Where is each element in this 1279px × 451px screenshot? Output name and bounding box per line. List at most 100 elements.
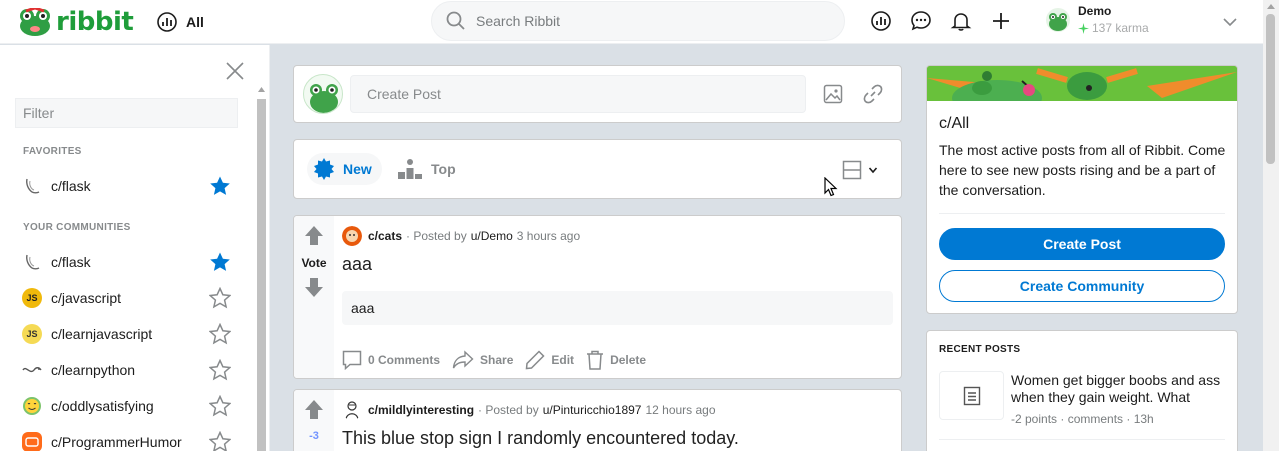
- post-community-link[interactable]: c/cats: [368, 229, 402, 243]
- sidebar-item-programmerhumor[interactable]: c/ProgrammerHumor: [22, 430, 242, 451]
- view-selector[interactable]: [842, 160, 878, 180]
- recent-post-meta: -2 points · comments · 13h: [1011, 412, 1154, 426]
- star-outline-icon[interactable]: [209, 395, 231, 417]
- star-outline-icon[interactable]: [209, 359, 231, 381]
- posted-by-label: · Posted by: [406, 229, 467, 243]
- sidebar-item-learnjavascript[interactable]: JS c/learnjavascript: [22, 322, 242, 346]
- karma-text: 137 karma: [1092, 21, 1149, 35]
- upvote-arrow-icon[interactable]: [304, 225, 324, 247]
- scrollbar-thumb[interactable]: [1266, 14, 1275, 164]
- community-name: c/learnpython: [51, 362, 136, 378]
- star-outline-icon[interactable]: [209, 323, 231, 345]
- post-meta: c/cats · Posted by u/Demo 3 hours ago: [342, 226, 580, 246]
- create-post-input[interactable]: [350, 75, 806, 113]
- star-outline-icon[interactable]: [209, 287, 231, 309]
- sidebar-scrollbar[interactable]: [257, 85, 266, 451]
- filter-input[interactable]: [15, 98, 238, 128]
- recent-post-thumbnail[interactable]: [939, 371, 1004, 420]
- share-button[interactable]: Share: [452, 350, 513, 370]
- community-name: c/flask: [51, 178, 91, 194]
- create-community-button[interactable]: Create Community: [939, 270, 1225, 302]
- avatar[interactable]: [303, 74, 343, 114]
- avatar: [1046, 8, 1070, 32]
- post-card[interactable]: Vote c/cats · Posted by u/Demo 3 hours a…: [293, 215, 902, 379]
- favorites-label: FAVORITES: [23, 146, 82, 157]
- share-icon: [452, 350, 474, 369]
- podium-icon: [398, 159, 422, 179]
- community-name: c/ProgrammerHumor: [51, 434, 182, 450]
- popular-chart-icon[interactable]: [870, 10, 892, 32]
- create-post-card: [293, 65, 902, 123]
- feed-label: All: [186, 14, 204, 30]
- chat-icon[interactable]: [910, 10, 932, 32]
- post-title[interactable]: This blue stop sign I randomly encounter…: [342, 428, 739, 449]
- star-filled-icon[interactable]: [209, 175, 231, 197]
- flask-icon: [22, 176, 42, 196]
- recent-posts-card: RECENT POSTS Women get bigger boobs and …: [926, 330, 1238, 451]
- post-actions: 0 Comments Share Edit Delete: [342, 350, 658, 370]
- close-icon[interactable]: [225, 61, 245, 81]
- python-icon: [22, 360, 42, 380]
- frog-logo-icon: [20, 8, 50, 36]
- page-scrollbar[interactable]: [1263, 0, 1279, 451]
- sort-new-button[interactable]: New: [307, 153, 382, 185]
- community-about-card: c/All The most active posts from all of …: [926, 65, 1238, 314]
- recent-post-title[interactable]: Women get bigger boobs and ass when they…: [1011, 372, 1231, 406]
- star-filled-icon[interactable]: [209, 251, 231, 273]
- user-menu[interactable]: Demo 137 karma: [1046, 4, 1149, 35]
- text-post-icon: [963, 386, 980, 405]
- upvote-arrow-icon[interactable]: [304, 399, 324, 421]
- posted-by-label: · Posted by: [478, 403, 539, 417]
- community-title: c/All: [939, 115, 970, 132]
- favorite-item-flask[interactable]: c/flask: [22, 174, 242, 198]
- plus-icon[interactable]: [990, 10, 1012, 32]
- vote-count: -3: [309, 430, 319, 442]
- post-author-link[interactable]: u/Pinturicchio1897: [543, 403, 642, 417]
- scroll-up-arrow-icon[interactable]: [257, 85, 266, 94]
- create-post-button[interactable]: Create Post: [939, 228, 1225, 260]
- new-burst-icon: [314, 158, 334, 180]
- post-time: 3 hours ago: [516, 229, 581, 243]
- search-input[interactable]: [476, 13, 816, 29]
- scrollbar-thumb[interactable]: [257, 99, 266, 451]
- sidebar-item-learnpython[interactable]: c/learnpython: [22, 358, 242, 382]
- post-title[interactable]: aaa: [342, 254, 372, 275]
- edit-button[interactable]: Edit: [525, 350, 574, 370]
- downvote-arrow-icon[interactable]: [304, 276, 324, 298]
- chart-icon: [157, 12, 177, 32]
- comment-icon: [342, 350, 362, 370]
- post-author-link[interactable]: u/Demo: [471, 229, 513, 243]
- chevron-down-icon[interactable]: [1222, 14, 1238, 30]
- flask-icon: [22, 252, 42, 272]
- comments-button[interactable]: 0 Comments: [342, 350, 440, 370]
- search-bar[interactable]: [431, 1, 845, 41]
- sidebar-item-javascript[interactable]: JS c/javascript: [22, 286, 242, 310]
- star-outline-icon[interactable]: [209, 431, 231, 451]
- post-community-link[interactable]: c/mildlyinteresting: [368, 403, 474, 417]
- delete-button[interactable]: Delete: [586, 350, 646, 370]
- logo-text: ribbit: [56, 7, 134, 37]
- karma-icon: [1078, 22, 1089, 34]
- link-icon[interactable]: [863, 84, 883, 104]
- sidebar-item-flask[interactable]: c/flask: [22, 250, 242, 274]
- humor-icon: [22, 432, 42, 451]
- image-icon[interactable]: [823, 84, 843, 104]
- sort-top-button[interactable]: Top: [391, 153, 466, 185]
- share-label: Share: [480, 353, 514, 367]
- post-body: aaa: [342, 291, 893, 325]
- sidebar-item-oddlysatisfying[interactable]: c/oddlysatisfying: [22, 394, 242, 418]
- home-logo[interactable]: ribbit: [18, 7, 134, 37]
- recent-posts-label: RECENT POSTS: [939, 344, 1021, 355]
- top-header: ribbit All Search Ribbit Demo 137 karma: [0, 0, 1263, 44]
- card-view-icon: [842, 160, 862, 180]
- bell-icon[interactable]: [950, 10, 972, 32]
- post-meta: c/mildlyinteresting · Posted by u/Pintur…: [342, 400, 716, 420]
- feed-selector[interactable]: All: [156, 11, 204, 33]
- community-name: c/flask: [51, 254, 91, 270]
- mildlyinteresting-community-icon: [342, 400, 362, 420]
- divider: [939, 439, 1225, 440]
- post-card[interactable]: -3 c/mildlyinteresting · Posted by u/Pin…: [293, 389, 902, 451]
- scroll-up-arrow-icon[interactable]: [1267, 3, 1275, 11]
- vote-count: Vote: [301, 256, 327, 270]
- delete-label: Delete: [610, 353, 647, 367]
